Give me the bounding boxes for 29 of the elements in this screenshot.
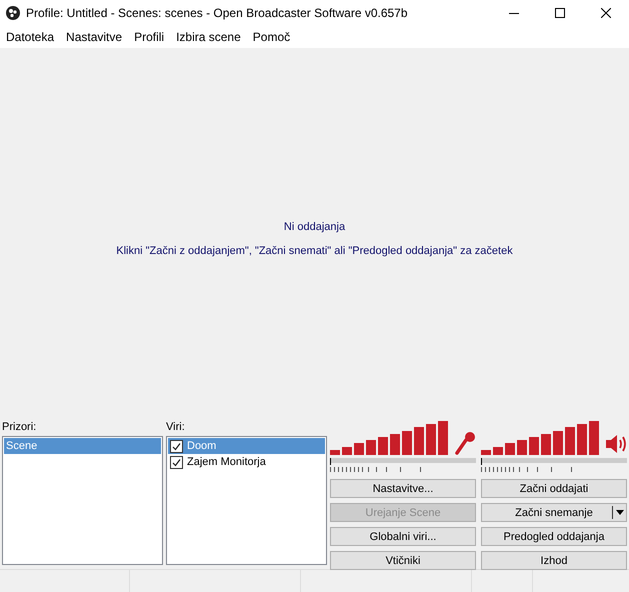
action-button[interactable]: Predogled oddajanja: [481, 527, 627, 546]
checkbox[interactable]: [170, 440, 183, 452]
menu-item[interactable]: Pomoč: [246, 30, 296, 44]
menu-item[interactable]: Profili: [128, 30, 170, 44]
volume-slider[interactable]: [481, 458, 627, 463]
app-logo-icon: [6, 6, 20, 20]
speaker-icon[interactable]: [605, 433, 627, 455]
window-title: Profile: Untitled - Scenes: scenes - Open Broadcaster Software v0.657b: [26, 6, 409, 20]
action-button[interactable]: Nastavitve...: [330, 479, 476, 498]
menu-item[interactable]: Nastavitve: [60, 30, 128, 44]
action-button[interactable]: Izhod: [481, 551, 627, 570]
close-icon[interactable]: [601, 8, 611, 18]
source-item[interactable]: Zajem Monitorja: [168, 454, 325, 470]
action-button[interactable]: Vtičniki: [330, 551, 476, 570]
menu-item[interactable]: Datoteka: [0, 30, 60, 44]
action-button[interactable]: Globalni viri...: [330, 527, 476, 546]
volume-slider[interactable]: [330, 458, 476, 463]
microphone-icon[interactable]: [454, 431, 476, 455]
scenes-label: Prizori:: [2, 421, 38, 435]
action-button[interactable]: Začni snemanje: [481, 503, 627, 522]
dropdown-arrow-icon[interactable]: [612, 506, 626, 519]
start-hint-text: Klikni "Začni z oddajanjem", "Začni snemati" ali "Predogled oddajanja" za začetek: [116, 244, 513, 256]
stream-status-text: Ni oddajanja: [284, 220, 346, 232]
source-name[interactable]: Zajem Monitorja: [187, 456, 266, 468]
action-button[interactable]: Začni oddajati: [481, 479, 627, 498]
menu-item[interactable]: Izbira scene: [170, 30, 247, 44]
sources-label: Viri:: [166, 421, 186, 435]
checkbox[interactable]: [170, 456, 183, 468]
maximize-icon[interactable]: [555, 8, 565, 18]
